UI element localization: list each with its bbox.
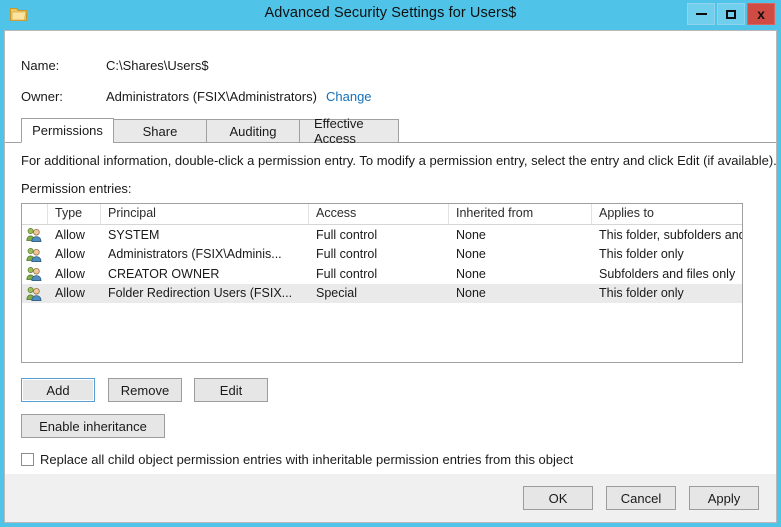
cell-principal: Folder Redirection Users (FSIX... bbox=[108, 286, 293, 301]
tab-effective-access[interactable]: Effective Access bbox=[299, 116, 399, 146]
info-text: For additional information, double-click… bbox=[21, 153, 777, 168]
window-title: Advanced Security Settings for Users$ bbox=[264, 5, 517, 21]
enable-inheritance-button[interactable]: Enable inheritance bbox=[21, 414, 165, 438]
permission-entries-list[interactable]: Type Principal Access Inherited from App… bbox=[21, 203, 743, 363]
cell-applies-to: Subfolders and files only bbox=[599, 266, 736, 281]
permission-entries-label: Permission entries: bbox=[21, 181, 132, 196]
tab-auditing-label: Auditing bbox=[229, 123, 277, 139]
users-group-icon bbox=[22, 227, 48, 243]
cell-type: Allow bbox=[55, 266, 85, 281]
cell-access: Full control bbox=[316, 247, 378, 262]
column-header-type[interactable]: Type bbox=[48, 204, 101, 224]
table-header-row: Type Principal Access Inherited from App… bbox=[22, 204, 742, 225]
minimize-button[interactable] bbox=[687, 3, 715, 25]
name-label: Name: bbox=[21, 58, 60, 73]
title-bar: Advanced Security Settings for Users$ x bbox=[0, 0, 781, 30]
tab-effective-access-label: Effective Access bbox=[314, 116, 364, 146]
column-header-access[interactable]: Access bbox=[309, 204, 449, 224]
close-button[interactable]: x bbox=[747, 3, 775, 25]
cell-principal: CREATOR OWNER bbox=[108, 266, 220, 281]
cell-principal: Administrators (FSIX\Adminis... bbox=[108, 247, 282, 262]
table-row[interactable]: Allow Administrators (FSIX\Adminis... Fu… bbox=[22, 245, 742, 265]
table-row[interactable]: Allow CREATOR OWNER Full control None Su… bbox=[22, 264, 742, 284]
advanced-security-settings-dialog: Advanced Security Settings for Users$ x … bbox=[0, 0, 781, 527]
cell-principal: SYSTEM bbox=[108, 227, 160, 242]
cell-inherited-from: None bbox=[456, 286, 486, 301]
tab-permissions[interactable]: Permissions bbox=[21, 118, 114, 143]
minimize-icon bbox=[695, 13, 707, 15]
column-header-icon[interactable] bbox=[22, 204, 48, 224]
cancel-button[interactable]: Cancel bbox=[606, 486, 676, 510]
cell-inherited-from: None bbox=[456, 247, 486, 262]
maximize-button[interactable] bbox=[717, 3, 745, 25]
maximize-icon bbox=[726, 9, 736, 19]
tab-auditing[interactable]: Auditing bbox=[206, 119, 300, 143]
users-group-icon bbox=[22, 247, 48, 262]
users-group-icon bbox=[22, 286, 48, 301]
apply-button[interactable]: Apply bbox=[689, 486, 759, 510]
cell-access: Special bbox=[316, 286, 357, 301]
tab-strip: Permissions Share Auditing Effective Acc… bbox=[5, 116, 776, 146]
tab-permissions-label: Permissions bbox=[32, 123, 103, 138]
dialog-footer: OK Cancel Apply bbox=[5, 474, 776, 522]
cell-type: Allow bbox=[55, 227, 85, 242]
tab-share-label: Share bbox=[142, 123, 178, 139]
owner-value: Administrators (FSIX\Administrators) bbox=[106, 89, 317, 104]
users-group-icon bbox=[22, 266, 48, 282]
close-icon: x bbox=[757, 6, 765, 22]
cell-type: Allow bbox=[55, 286, 85, 301]
cell-inherited-from: None bbox=[456, 227, 486, 242]
replace-child-permissions-label: Replace all child object permission entr… bbox=[40, 452, 574, 467]
column-header-inherited-from[interactable]: Inherited from bbox=[449, 204, 592, 224]
window-controls: x bbox=[687, 3, 775, 25]
replace-child-permissions-checkbox[interactable] bbox=[21, 453, 34, 466]
owner-label: Owner: bbox=[21, 89, 63, 104]
table-row[interactable]: Allow Folder Redirection Users (FSIX... … bbox=[22, 283, 742, 303]
cell-access: Full control bbox=[316, 227, 378, 242]
cell-type: Allow bbox=[55, 247, 85, 262]
edit-button[interactable]: Edit bbox=[194, 378, 268, 402]
cell-applies-to: This folder only bbox=[599, 286, 684, 301]
ok-button[interactable]: OK bbox=[523, 486, 593, 510]
cell-access: Full control bbox=[316, 266, 378, 281]
tab-list: Permissions Share Auditing Effective Acc… bbox=[21, 116, 399, 146]
cell-inherited-from: None bbox=[456, 266, 486, 281]
column-header-applies-to[interactable]: Applies to bbox=[592, 204, 742, 224]
remove-button[interactable]: Remove bbox=[108, 378, 182, 402]
column-header-principal[interactable]: Principal bbox=[101, 204, 309, 224]
cell-applies-to: This folder, subfolders and files bbox=[599, 227, 742, 242]
tab-share[interactable]: Share bbox=[113, 119, 207, 143]
change-owner-link[interactable]: Change bbox=[326, 89, 372, 104]
name-value: C:\Shares\Users$ bbox=[106, 58, 209, 73]
replace-child-permissions-row[interactable]: Replace all child object permission entr… bbox=[21, 452, 573, 467]
add-button[interactable]: Add bbox=[21, 378, 95, 402]
dialog-body: Name: C:\Shares\Users$ Owner: Administra… bbox=[5, 31, 777, 474]
table-row[interactable]: Allow SYSTEM Full control None This fold… bbox=[22, 225, 742, 245]
cell-applies-to: This folder only bbox=[599, 247, 684, 262]
dialog-client-area: Name: C:\Shares\Users$ Owner: Administra… bbox=[4, 30, 777, 523]
